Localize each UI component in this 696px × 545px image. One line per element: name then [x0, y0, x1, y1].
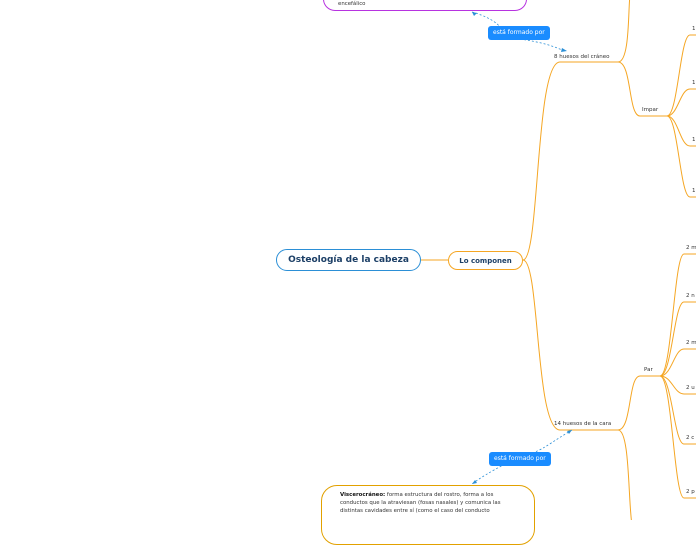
- viscerocraneo-line1: forma estructura del rostro, forma a los: [386, 492, 494, 498]
- par-child[interactable]: 2 n: [686, 293, 695, 299]
- impar-child[interactable]: 1: [692, 80, 696, 86]
- arrow-up-top: [472, 12, 477, 16]
- connector-main-craneo: [522, 61, 618, 261]
- connector-main-cara: [522, 259, 618, 431]
- neurocraneo-text: encefálico: [338, 1, 366, 7]
- main-topic[interactable]: Lo componen: [448, 251, 523, 270]
- craneo-topic[interactable]: 8 huesos del cráneo: [554, 54, 610, 60]
- impar-child[interactable]: 1: [692, 188, 696, 194]
- viscerocraneo-line3: distintas cavidades entre sí (como el ca…: [340, 508, 490, 515]
- par-child[interactable]: 2 c: [686, 435, 694, 441]
- impar-child[interactable]: 1: [692, 137, 696, 143]
- viscerocraneo-title: Viscerocráneo:: [340, 492, 386, 498]
- impar-child[interactable]: 1: [692, 26, 696, 32]
- root-topic[interactable]: Osteología de la cabeza: [276, 249, 421, 271]
- cara-topic[interactable]: 14 huesos de la cara: [554, 421, 611, 427]
- viscerocraneo-text: Viscerocráneo: forma estructura del rost…: [340, 491, 501, 515]
- arrow-up-cara: [567, 430, 572, 434]
- connector-par-3: [659, 348, 696, 377]
- neurocraneo-callout[interactable]: encefálico: [323, 0, 527, 11]
- arrow-down-craneo: [561, 48, 567, 52]
- par-child[interactable]: 2 p: [686, 489, 695, 495]
- viscerocraneo-line2: conductos que la atraviesan (fosas nasal…: [340, 500, 501, 507]
- connector-craneo-up: [617, 0, 631, 63]
- connector-cara-down: [617, 429, 632, 520]
- impar-topic[interactable]: Impar: [642, 107, 658, 113]
- connector-par-1: [659, 253, 696, 377]
- connector-cara-par: [617, 375, 660, 431]
- par-child[interactable]: 2 m: [686, 245, 696, 251]
- craneo-link-label[interactable]: está formado por: [488, 26, 550, 40]
- connector-impar-4: [666, 115, 696, 198]
- par-child[interactable]: 2 u: [686, 385, 695, 391]
- cara-link-label[interactable]: está formado por: [489, 452, 551, 466]
- viscerocraneo-callout[interactable]: Viscerocráneo: forma estructura del rost…: [321, 485, 535, 545]
- par-child[interactable]: 2 m: [686, 340, 696, 346]
- par-topic[interactable]: Par: [644, 367, 653, 373]
- connector-impar-1: [666, 34, 696, 117]
